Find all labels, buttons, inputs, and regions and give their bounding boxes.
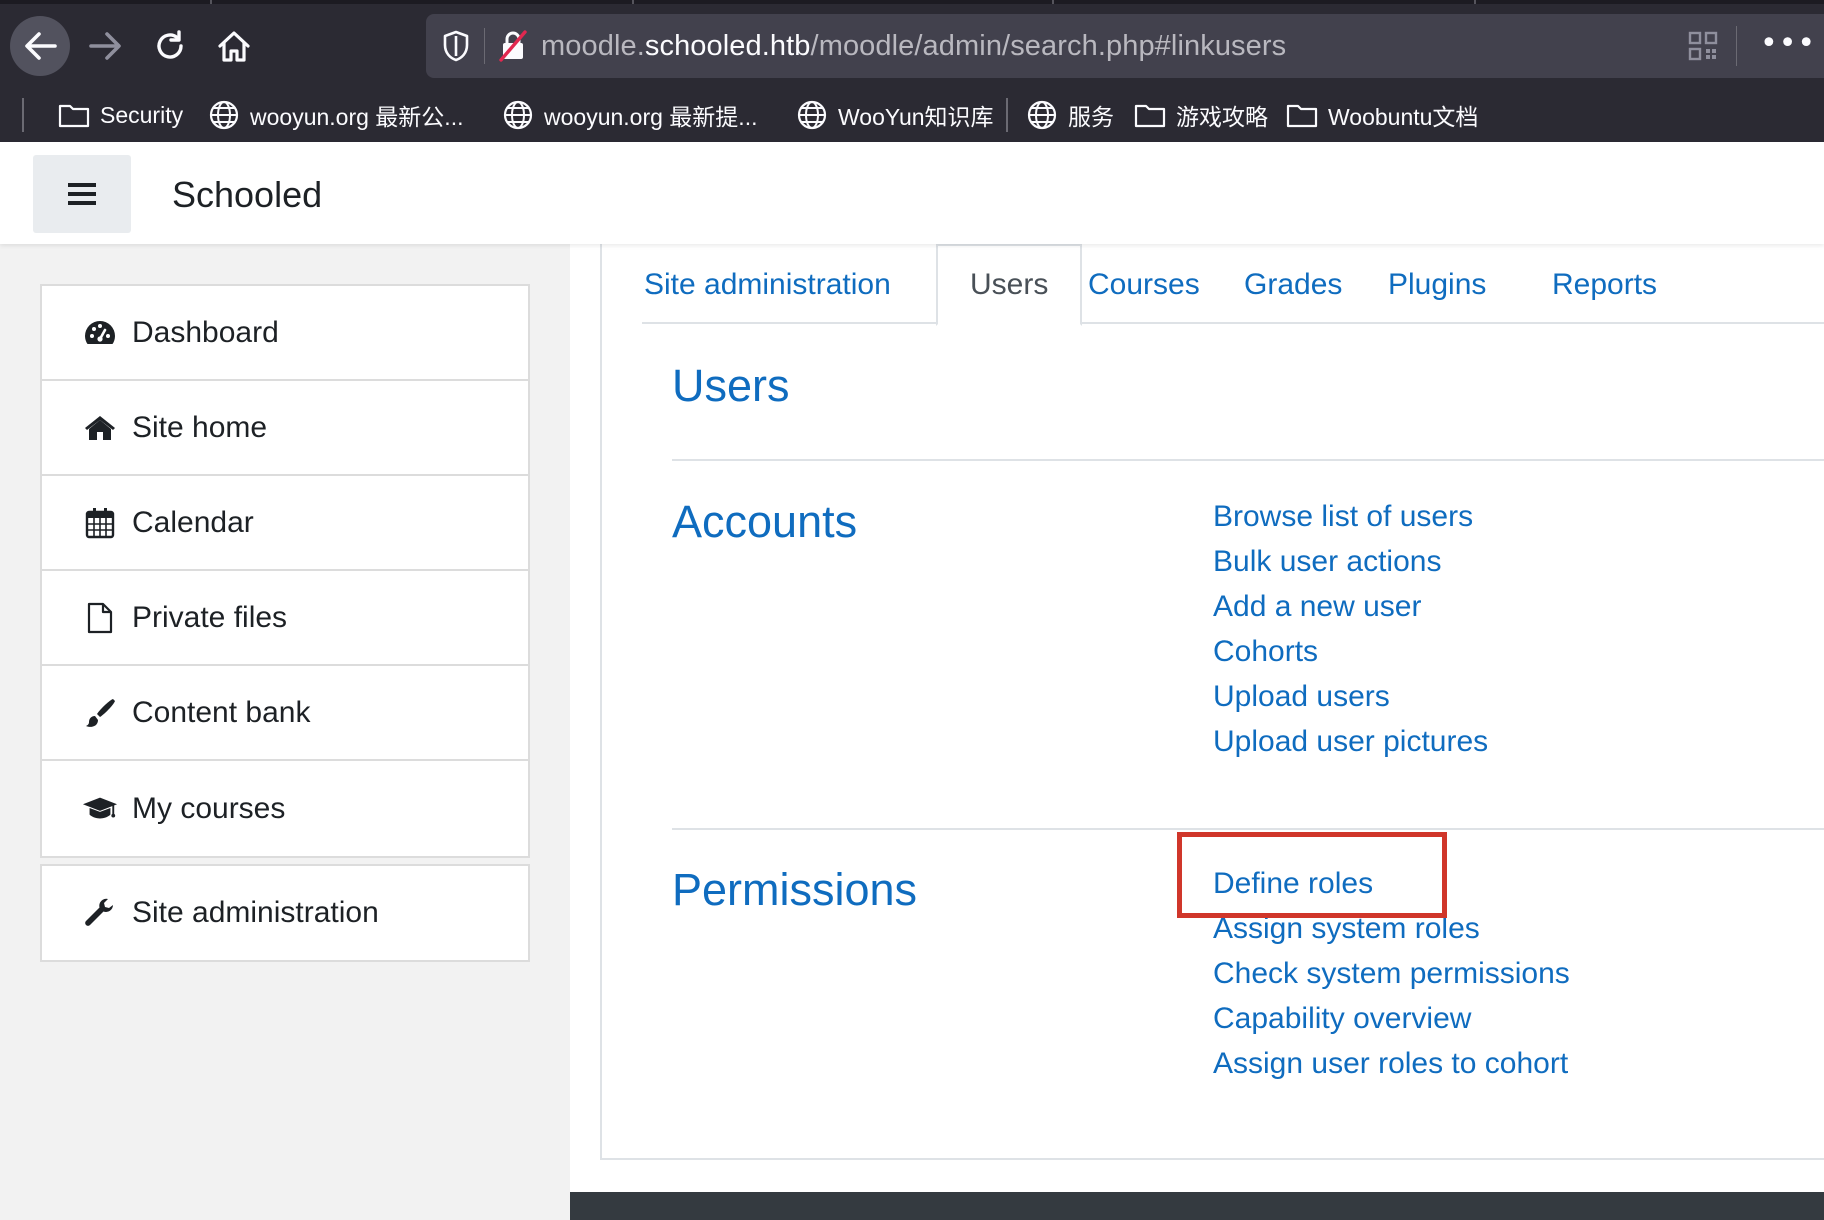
page-heading[interactable]: Users — [672, 360, 790, 412]
nav-drawer: Dashboard Site home Calendar Private fil… — [0, 244, 570, 1220]
folder-icon — [1134, 104, 1166, 128]
nav-item-label: Calendar — [132, 505, 254, 539]
main-region: Site administration Users Courses Grades… — [570, 244, 1824, 1192]
nav-item-label: Site home — [132, 410, 268, 444]
file-icon — [82, 600, 118, 636]
shield-icon — [443, 30, 469, 62]
nav-item-content-bank[interactable]: Content bank — [42, 666, 528, 761]
admin-tabs: Site administration Users Courses Grades… — [642, 244, 1824, 326]
section-title-permissions[interactable]: Permissions — [672, 864, 917, 916]
tab-courses[interactable]: Courses — [1088, 244, 1200, 326]
nav-item-label: Dashboard — [132, 315, 279, 349]
tab-strip — [0, 0, 1824, 4]
reload-button[interactable] — [140, 16, 200, 76]
nav-item-calendar[interactable]: Calendar — [42, 476, 528, 571]
url-bar[interactable]: moodle.schooled.htb/moodle/admin/search.… — [426, 14, 1824, 78]
nav-item-label: Content bank — [132, 695, 311, 729]
paintbrush-icon — [82, 695, 118, 731]
nav-admin: Site administration — [40, 864, 530, 962]
nav-item-site-administration[interactable]: Site administration — [42, 866, 528, 960]
url-text[interactable]: moodle.schooled.htb/moodle/admin/search.… — [541, 30, 1286, 63]
tab-plugins[interactable]: Plugins — [1388, 244, 1486, 326]
browser-chrome: moodle.schooled.htb/moodle/admin/search.… — [0, 0, 1824, 142]
qr-code-icon[interactable] — [1688, 31, 1718, 61]
accounts-links: Browse list of users Bulk user actions A… — [1213, 494, 1488, 764]
divider — [672, 828, 1824, 830]
bookmark-services[interactable]: 服务 — [1026, 98, 1114, 132]
link-cohorts[interactable]: Cohorts — [1213, 629, 1488, 674]
folder-icon — [1286, 104, 1318, 128]
bookmarks-bar: Security wooyun.org 最新公... wooyun.org 最新… — [0, 90, 1824, 142]
link-capability-overview[interactable]: Capability overview — [1213, 996, 1570, 1041]
link-check-system-permissions[interactable]: Check system permissions — [1213, 951, 1570, 996]
nav-item-label: Site administration — [132, 896, 379, 929]
globe-icon — [797, 100, 827, 130]
home-button[interactable] — [204, 16, 264, 76]
annotation-highlight-box — [1177, 832, 1447, 918]
wrench-icon — [82, 895, 118, 931]
link-upload-user-pictures[interactable]: Upload user pictures — [1213, 719, 1488, 764]
site-name[interactable]: Schooled — [172, 174, 322, 216]
back-button[interactable] — [10, 16, 70, 76]
bookmark-woobuntu-docs[interactable]: Woobuntu文档 — [1286, 98, 1478, 132]
home-icon — [218, 31, 250, 62]
site-header: Schooled — [0, 142, 1824, 244]
bookmark-wooyun-2[interactable]: wooyun.org 最新提... — [502, 98, 757, 132]
arrow-right-icon — [89, 32, 121, 60]
link-upload-users[interactable]: Upload users — [1213, 674, 1488, 719]
nav-item-private-files[interactable]: Private files — [42, 571, 528, 666]
dashboard-icon — [82, 315, 118, 351]
forward-button[interactable] — [76, 16, 136, 76]
graduation-cap-icon — [82, 791, 118, 827]
insecure-lock-icon — [499, 30, 527, 62]
link-browse-list-of-users[interactable]: Browse list of users — [1213, 494, 1488, 539]
globe-icon — [209, 100, 239, 130]
bookmark-security[interactable]: Security — [58, 98, 183, 132]
reload-icon — [157, 30, 183, 59]
nav-item-my-courses[interactable]: My courses — [42, 761, 528, 856]
nav-item-dashboard[interactable]: Dashboard — [42, 286, 528, 381]
tab-reports[interactable]: Reports — [1552, 244, 1657, 326]
nav-item-label: Private files — [132, 600, 288, 634]
more-actions-icon[interactable]: ••• — [1760, 26, 1816, 61]
nav-item-site-home[interactable]: Site home — [42, 381, 528, 476]
tab-grades[interactable]: Grades — [1244, 244, 1342, 326]
link-add-new-user[interactable]: Add a new user — [1213, 584, 1488, 629]
bookmark-wooyun-1[interactable]: wooyun.org 最新公... — [208, 98, 463, 132]
divider — [672, 459, 1824, 461]
link-bulk-user-actions[interactable]: Bulk user actions — [1213, 539, 1488, 584]
tab-users[interactable]: Users — [936, 244, 1083, 326]
page-footer — [570, 1192, 1824, 1220]
bookmark-wooyun-kb[interactable]: WooYun知识库 — [796, 98, 994, 132]
nav-item-label: My courses — [132, 791, 286, 825]
folder-icon — [58, 104, 90, 128]
tab-site-administration[interactable]: Site administration — [644, 244, 891, 326]
globe-icon — [1027, 100, 1057, 130]
link-assign-user-roles-to-cohort[interactable]: Assign user roles to cohort — [1213, 1041, 1570, 1086]
nav-primary: Dashboard Site home Calendar Private fil… — [40, 284, 530, 858]
nav-drawer-toggle[interactable] — [33, 155, 131, 233]
bookmark-game-guides[interactable]: 游戏攻略 — [1134, 98, 1268, 132]
hamburger-menu-icon — [68, 183, 96, 205]
arrow-left-icon — [25, 32, 57, 60]
home-icon — [82, 410, 118, 446]
calendar-icon — [82, 505, 118, 541]
section-title-accounts[interactable]: Accounts — [672, 496, 857, 548]
globe-icon — [503, 100, 533, 130]
